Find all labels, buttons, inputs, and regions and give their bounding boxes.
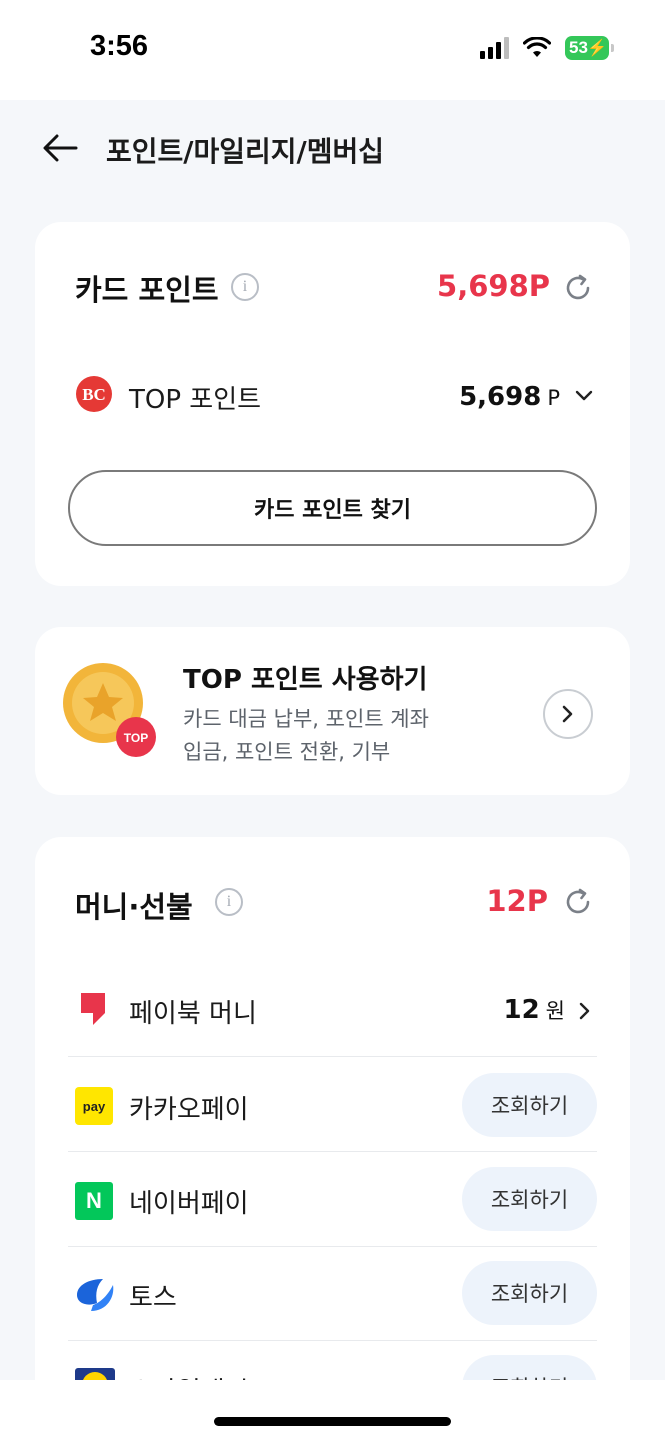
kakaopay-lookup-button[interactable]: 조회하기 [462, 1073, 597, 1137]
status-icons: 53 ⚡ [480, 36, 614, 60]
divider [68, 1056, 597, 1057]
info-icon[interactable]: i [215, 888, 243, 916]
toss-label: 토스 [129, 1283, 177, 1313]
money-total: 12P [486, 884, 548, 918]
status-time: 3:56 [90, 30, 149, 62]
top-points-unit: P [547, 386, 560, 410]
svg-text:BC: BC [82, 385, 106, 404]
find-card-points-button[interactable]: 카드 포인트 찾기 [68, 470, 597, 546]
top-badge-text: TOP [124, 731, 148, 745]
paybook-money-amount: 12 [503, 995, 540, 1025]
naverpay-logo-icon: N [75, 1182, 113, 1220]
naverpay-lookup-button[interactable]: 조회하기 [462, 1167, 597, 1231]
divider [68, 1246, 597, 1247]
refresh-icon[interactable] [562, 272, 594, 304]
battery-icon: 53 ⚡ [565, 36, 614, 60]
wifi-icon [523, 37, 551, 57]
divider [68, 1340, 597, 1341]
top-points-label: TOP 포인트 [129, 385, 262, 415]
naverpay-label: 네이버페이 [129, 1189, 249, 1219]
coin-icon: TOP [61, 661, 161, 761]
paybook-money-value: 12 원 [503, 995, 565, 1025]
top-usage-description: 카드 대금 납부, 포인트 계좌 입금, 포인트 전환, 기부 [183, 703, 483, 769]
top-usage-desc-line1: 카드 대금 납부, 포인트 계좌 [183, 707, 429, 731]
top-usage-arrow-button[interactable] [543, 689, 593, 739]
top-points-usage-card[interactable]: TOP TOP 포인트 사용하기 카드 대금 납부, 포인트 계좌 입금, 포인… [35, 627, 630, 795]
back-arrow-icon[interactable] [40, 130, 80, 166]
top-points-value[interactable]: 5,698 P [459, 382, 560, 412]
naverpay-logo-text: N [86, 1188, 102, 1213]
status-bar: 3:56 53 ⚡ [0, 0, 665, 100]
card-points-section: 카드 포인트 i 5,698P BC TOP 포인트 5,698 P 카드 포인트… [35, 222, 630, 586]
bottom-safe-area [0, 1380, 665, 1440]
chevron-right-icon [562, 705, 573, 723]
top-usage-desc-line2: 입금, 포인트 전환, 기부 [183, 740, 391, 764]
home-indicator[interactable] [214, 1417, 451, 1426]
chevron-down-icon[interactable] [574, 389, 594, 403]
page-title: 포인트/마일리지/멤버십 [106, 135, 385, 168]
money-title: 머니·선불 [75, 890, 193, 924]
chevron-right-icon[interactable] [578, 1001, 592, 1021]
refresh-icon[interactable] [562, 886, 594, 918]
toss-logo-icon [77, 1279, 114, 1311]
paybook-logo-icon [81, 993, 105, 1025]
kakaopay-logo-icon: pay [75, 1087, 113, 1125]
bc-card-logo: BC [75, 375, 113, 417]
card-points-total: 5,698P [437, 269, 550, 303]
toss-lookup-button[interactable]: 조회하기 [462, 1261, 597, 1325]
signal-icon [480, 37, 509, 59]
battery-level: 53 [569, 38, 588, 57]
money-prepaid-section: 머니·선불 i 12P 페이북 머니 12 원 pay 카카오페이 조회하기 N … [35, 837, 630, 1437]
paybook-money-unit: 원 [545, 999, 565, 1023]
card-points-title: 카드 포인트 [75, 273, 219, 307]
divider [68, 1151, 597, 1152]
kakaopay-logo-text: pay [82, 1098, 106, 1114]
charging-bolt-icon: ⚡ [587, 40, 607, 57]
header: 포인트/마일리지/멤버십 [0, 100, 665, 200]
top-usage-title: TOP 포인트 사용하기 [183, 665, 428, 695]
top-points-amount: 5,698 [459, 382, 542, 412]
info-icon[interactable]: i [231, 273, 259, 301]
paybook-money-label: 페이북 머니 [129, 999, 257, 1029]
kakaopay-label: 카카오페이 [129, 1095, 249, 1125]
